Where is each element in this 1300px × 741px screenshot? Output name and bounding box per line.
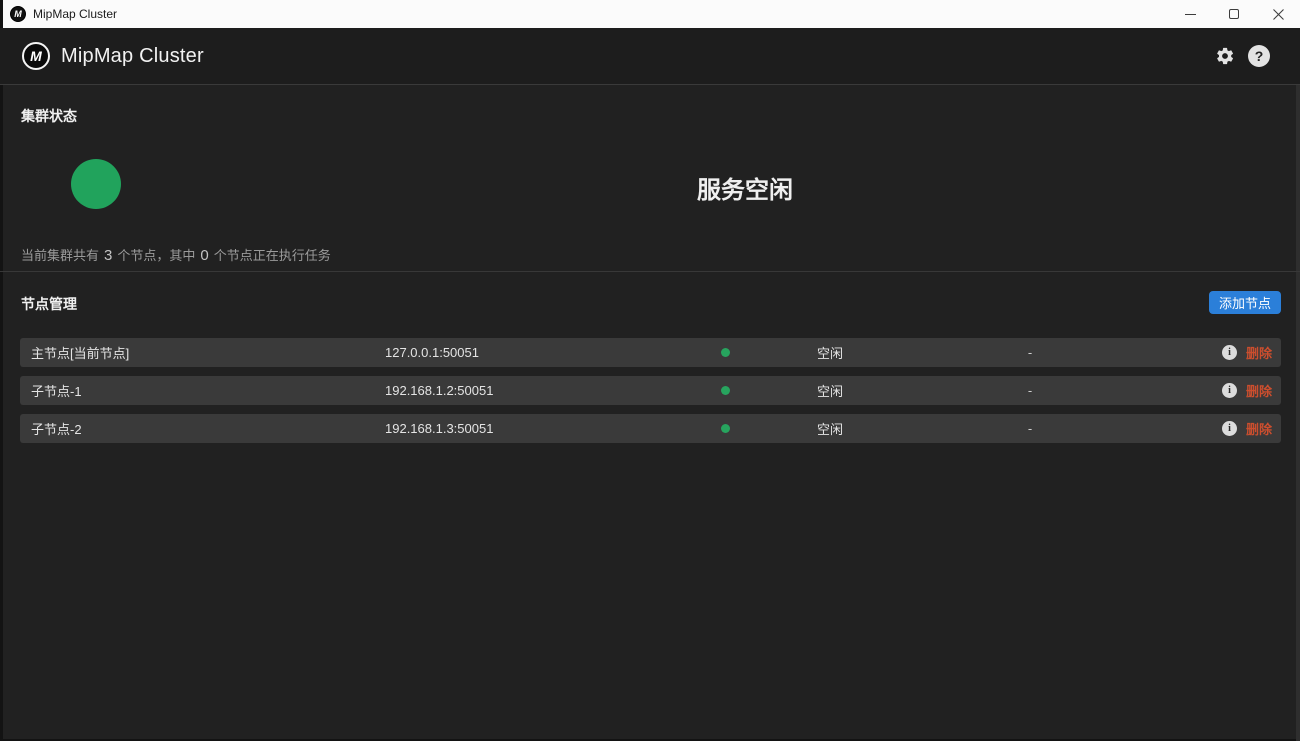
node-task: - — [905, 383, 1155, 398]
maximize-button[interactable] — [1212, 0, 1256, 28]
node-name: 子节点-2 — [20, 419, 365, 438]
add-node-button[interactable]: 添加节点 — [1209, 291, 1281, 314]
node-management-section: 节点管理 添加节点 主节点[当前节点] 127.0.0.1:50051 空闲 -… — [0, 273, 1300, 741]
status-dot-icon — [721, 386, 730, 395]
maximize-icon — [1229, 9, 1239, 19]
minimize-icon — [1185, 14, 1196, 15]
cluster-status-text: 服务空闲 — [190, 170, 1300, 205]
app-header-actions: ? — [1215, 45, 1278, 67]
node-table: 主节点[当前节点] 127.0.0.1:50051 空闲 - i 删除 子节点-… — [20, 338, 1281, 443]
app-header-brand: M MipMap Cluster — [22, 42, 204, 70]
app-window: M MipMap Cluster M MipMap Cluster — [0, 0, 1300, 741]
summary-middle: 个节点，其中 — [117, 245, 195, 264]
node-status-cell — [695, 348, 755, 357]
table-row: 子节点-2 192.168.1.3:50051 空闲 - i 删除 — [20, 414, 1281, 443]
node-name: 主节点[当前节点] — [20, 343, 365, 362]
app-title: MipMap Cluster — [61, 45, 204, 68]
delete-node-button[interactable]: 删除 — [1246, 381, 1272, 400]
node-status-cell — [695, 424, 755, 433]
window-title: MipMap Cluster — [33, 7, 117, 21]
settings-button[interactable] — [1215, 46, 1235, 66]
node-management-heading: 节点管理 — [21, 294, 77, 314]
table-row: 主节点[当前节点] 127.0.0.1:50051 空闲 - i 删除 — [20, 338, 1281, 367]
node-status-label: 空闲 — [755, 343, 905, 362]
close-button[interactable] — [1256, 0, 1300, 28]
node-name: 子节点-1 — [20, 381, 365, 400]
node-status-cell — [695, 386, 755, 395]
node-address: 192.168.1.2:50051 — [365, 383, 695, 398]
summary-suffix: 个节点正在执行任务 — [214, 245, 331, 264]
minimize-button[interactable] — [1168, 0, 1212, 28]
row-actions: i 删除 — [1222, 419, 1281, 438]
node-status-label: 空闲 — [755, 419, 905, 438]
app-logo-icon: M — [22, 42, 50, 70]
titlebar-left: M MipMap Cluster — [0, 6, 117, 22]
gear-icon — [1215, 46, 1235, 66]
close-icon — [1273, 9, 1284, 20]
help-button[interactable]: ? — [1248, 45, 1270, 67]
info-icon[interactable]: i — [1222, 383, 1237, 398]
app-icon: M — [10, 6, 26, 22]
cluster-summary: 当前集群共有 3 个节点，其中 0 个节点正在执行任务 — [21, 245, 331, 264]
titlebar: M MipMap Cluster — [0, 0, 1300, 28]
busy-node-count: 0 — [200, 247, 208, 264]
table-row: 子节点-1 192.168.1.2:50051 空闲 - i 删除 — [20, 376, 1281, 405]
status-dot-icon — [721, 424, 730, 433]
node-task: - — [905, 345, 1155, 360]
delete-node-button[interactable]: 删除 — [1246, 343, 1272, 362]
summary-prefix: 当前集群共有 — [21, 245, 99, 264]
help-icon: ? — [1248, 45, 1270, 67]
app-header: M MipMap Cluster ? — [0, 28, 1300, 85]
status-dot-icon — [721, 348, 730, 357]
row-actions: i 删除 — [1222, 343, 1281, 362]
node-count: 3 — [104, 247, 112, 264]
cluster-status-indicator — [71, 159, 121, 209]
node-task: - — [905, 421, 1155, 436]
cluster-status-section: 集群状态 服务空闲 当前集群共有 3 个节点，其中 0 个节点正在执行任务 — [0, 86, 1300, 272]
row-actions: i 删除 — [1222, 381, 1281, 400]
info-icon[interactable]: i — [1222, 345, 1237, 360]
delete-node-button[interactable]: 删除 — [1246, 419, 1272, 438]
node-address: 127.0.0.1:50051 — [365, 345, 695, 360]
node-status-label: 空闲 — [755, 381, 905, 400]
info-icon[interactable]: i — [1222, 421, 1237, 436]
cluster-status-heading: 集群状态 — [21, 106, 77, 126]
window-controls — [1168, 0, 1300, 28]
node-address: 192.168.1.3:50051 — [365, 421, 695, 436]
